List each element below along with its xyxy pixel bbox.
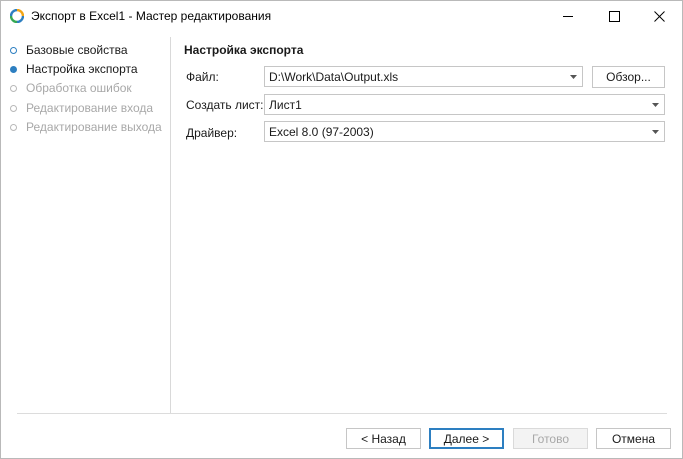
nav-step-export-settings[interactable]: Настройка экспорта <box>10 61 138 77</box>
sheet-label: Создать лист: <box>186 98 264 112</box>
maximize-icon <box>608 11 620 22</box>
step-active-icon <box>10 65 17 73</box>
nav-step-label: Редактирование входа <box>26 101 154 115</box>
nav-step-label: Базовые свойства <box>26 43 128 57</box>
app-logo-icon <box>9 8 25 24</box>
maximize-button[interactable] <box>591 1 637 32</box>
nav-step-output-editing: Редактирование выхода <box>10 119 162 135</box>
wizard-steps-nav: Базовые свойства Настройка экспорта Обра… <box>1 37 171 413</box>
driver-combobox[interactable]: Excel 8.0 (97-2003) <box>264 121 665 142</box>
nav-step-label: Обработка ошибок <box>26 81 132 95</box>
file-path-combobox[interactable]: D:\Work\Data\Output.xls <box>264 66 583 87</box>
browse-button[interactable]: Обзор... <box>592 66 665 88</box>
nav-step-label: Редактирование выхода <box>26 120 162 134</box>
sheet-combobox[interactable]: Лист1 <box>264 94 665 115</box>
next-button[interactable]: Далее > <box>429 428 504 449</box>
footer-divider <box>17 413 667 414</box>
step-pending-icon <box>10 104 17 112</box>
step-pending-icon <box>10 123 17 131</box>
finish-button: Готово <box>513 428 588 449</box>
dropdown-arrow-icon[interactable] <box>646 95 664 114</box>
section-title: Настройка экспорта <box>184 43 304 57</box>
driver-value: Excel 8.0 (97-2003) <box>269 124 374 139</box>
nav-step-basic-properties[interactable]: Базовые свойства <box>10 42 128 58</box>
back-button[interactable]: < Назад <box>346 428 421 449</box>
nav-step-label: Настройка экспорта <box>26 62 138 76</box>
title-bar: Экспорт в Excel1 - Мастер редактирования <box>1 1 682 32</box>
driver-label: Драйвер: <box>186 126 238 140</box>
close-button[interactable] <box>636 1 682 32</box>
step-pending-icon <box>10 84 17 92</box>
dropdown-arrow-icon[interactable] <box>564 67 582 86</box>
nav-step-input-editing: Редактирование входа <box>10 100 153 116</box>
cancel-button[interactable]: Отмена <box>596 428 671 449</box>
file-path-value: D:\Work\Data\Output.xls <box>269 69 399 84</box>
file-label: Файл: <box>186 70 219 84</box>
close-icon <box>653 11 665 22</box>
window-title: Экспорт в Excel1 - Мастер редактирования <box>31 9 272 23</box>
minimize-icon <box>562 16 573 17</box>
wizard-window: Экспорт в Excel1 - Мастер редактирования… <box>0 0 683 459</box>
dropdown-arrow-icon[interactable] <box>646 122 664 141</box>
nav-step-error-handling: Обработка ошибок <box>10 80 132 96</box>
minimize-button[interactable] <box>545 1 591 32</box>
sheet-value: Лист1 <box>269 97 302 112</box>
step-done-icon <box>10 46 17 54</box>
